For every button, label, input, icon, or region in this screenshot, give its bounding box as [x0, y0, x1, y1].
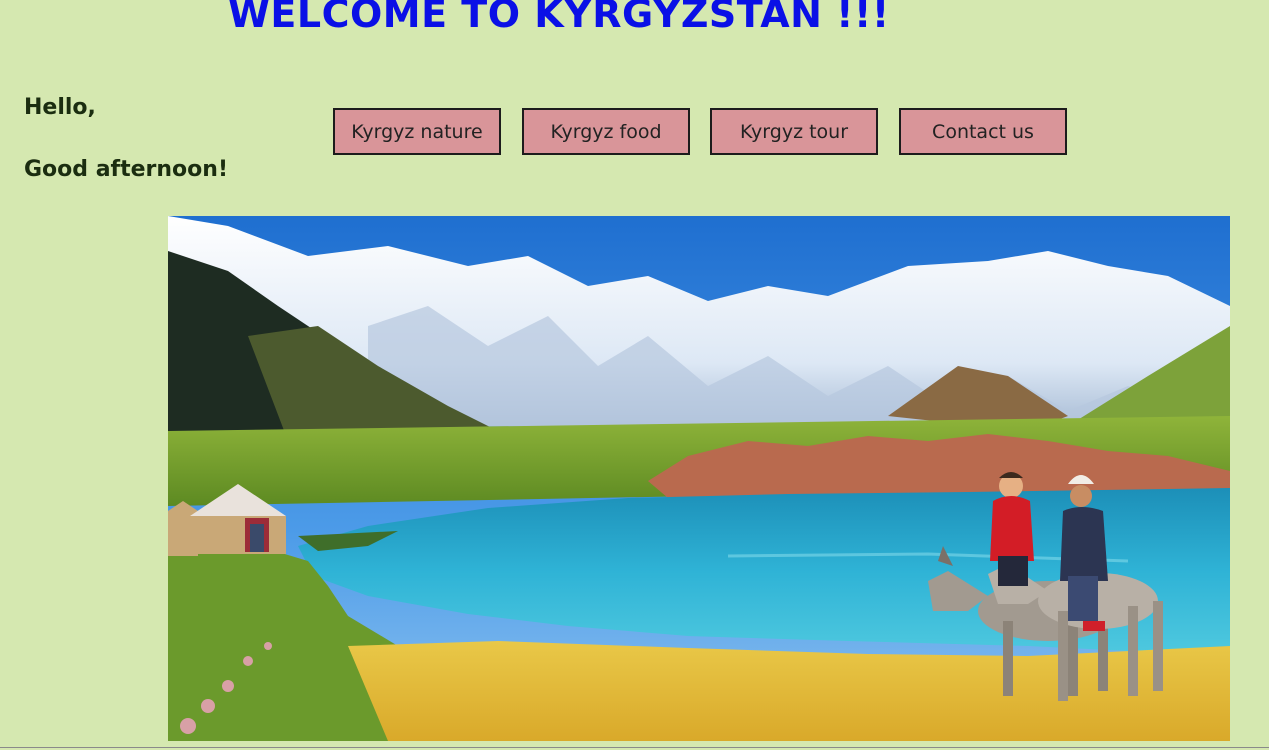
nav-button-tour[interactable]: Kyrgyz tour: [710, 108, 878, 155]
bottom-divider: [0, 747, 1269, 748]
nav-button-contact[interactable]: Contact us: [899, 108, 1067, 155]
page-title: WELCOME TO KYRGYZSTAN !!!: [228, 0, 890, 36]
greeting-hello: Hello,: [24, 95, 96, 120]
greeting-afternoon: Good afternoon!: [24, 157, 228, 182]
nav-button-nature[interactable]: Kyrgyz nature: [333, 108, 501, 155]
hero-image: [168, 216, 1230, 741]
nav-button-food[interactable]: Kyrgyz food: [522, 108, 690, 155]
